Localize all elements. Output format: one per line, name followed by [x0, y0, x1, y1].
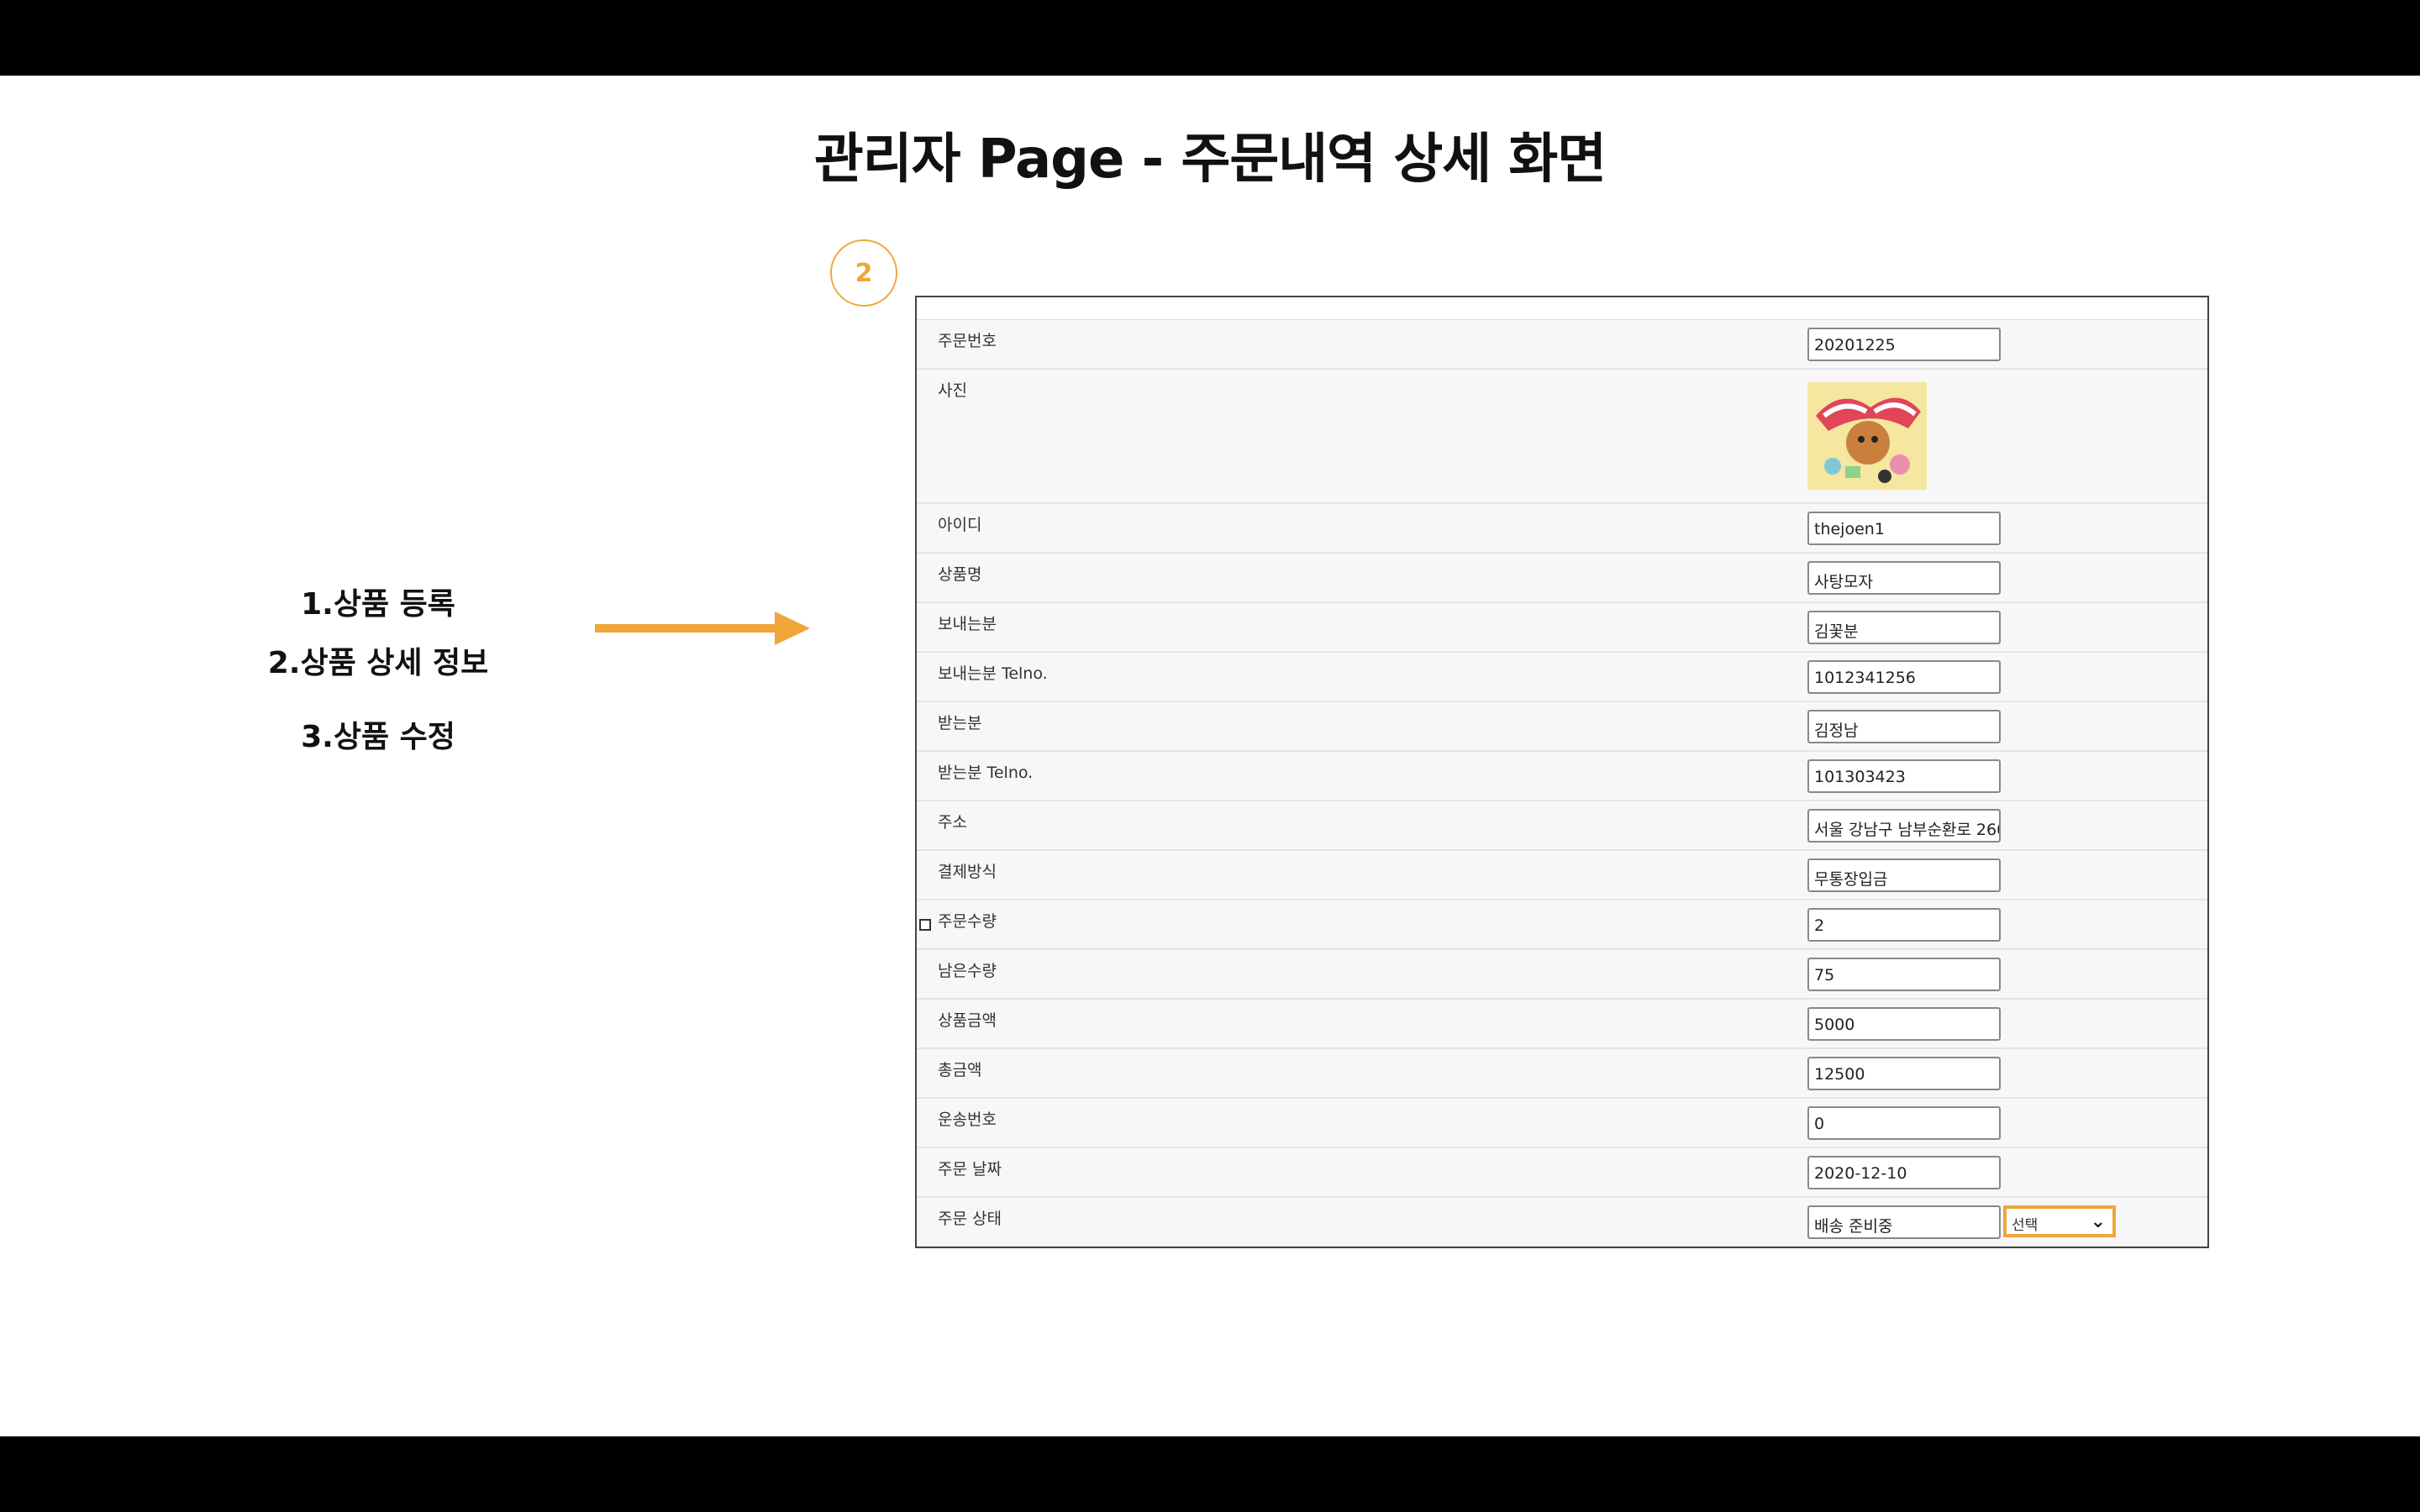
remaining-quantity-field[interactable]: 75	[1807, 958, 2001, 991]
checkbox[interactable]	[919, 919, 931, 931]
order-detail-panel: 주문번호 20201225 사진 아이디 thejoen1 상품명 사탕모자 보…	[915, 296, 2209, 1248]
photo-label: 사진	[938, 381, 967, 400]
product-photo	[1807, 382, 1927, 490]
row-total-price: 총금액 12500	[917, 1049, 2207, 1099]
recipient-phone-field[interactable]: 101303423	[1807, 759, 2001, 793]
total-price-field[interactable]: 12500	[1807, 1057, 2001, 1090]
row-order-status: 주문 상태 배송 준비중 선택 ⌄	[917, 1198, 2207, 1247]
sender-label: 보내는분	[938, 615, 997, 633]
row-payment-method: 결제방식 무통장입금	[917, 851, 2207, 900]
row-remaining-quantity: 남은수량 75	[917, 950, 2207, 1000]
payment-method-label: 결제방식	[938, 863, 997, 881]
row-order-date: 주문 날짜 2020-12-10	[917, 1148, 2207, 1198]
order-status-select-value: 선택	[2012, 1217, 2039, 1234]
menu-item-product-register[interactable]: 1.상품 등록	[210, 580, 546, 623]
order-status-label: 주문 상태	[938, 1210, 1002, 1228]
product-price-label: 상품금액	[938, 1011, 997, 1030]
bottom-letterbox-bar	[0, 1436, 2420, 1512]
arrow-right-icon	[595, 612, 810, 645]
row-recipient: 받는분 김정남	[917, 702, 2207, 752]
sender-phone-field[interactable]: 1012341256	[1807, 660, 2001, 694]
user-id-label: 아이디	[938, 516, 982, 534]
product-photo-icon	[1807, 382, 1927, 490]
row-order-number: 주문번호 20201225	[917, 320, 2207, 370]
row-user-id: 아이디 thejoen1	[917, 504, 2207, 554]
row-photo: 사진	[917, 370, 2207, 504]
recipient-field[interactable]: 김정남	[1807, 710, 2001, 743]
order-quantity-field[interactable]: 2	[1807, 908, 2001, 942]
chevron-down-icon: ⌄	[2090, 1211, 2106, 1232]
address-label: 주소	[938, 813, 967, 832]
product-name-field[interactable]: 사탕모자	[1807, 561, 2001, 595]
sender-field[interactable]: 김꽃분	[1807, 611, 2001, 644]
row-order-quantity: 주문수량 2	[917, 900, 2207, 950]
address-field[interactable]: 서울 강남구 남부순환로 260	[1807, 809, 2001, 843]
row-sender-phone: 보내는분 Telno. 1012341256	[917, 653, 2207, 702]
row-product-price: 상품금액 5000	[917, 1000, 2207, 1049]
page-title: 관리자 Page - 주문내역 상세 화면	[813, 129, 1607, 191]
menu-item-product-edit[interactable]: 3.상품 수정	[210, 712, 546, 756]
order-quantity-label: 주문수량	[938, 912, 997, 931]
top-letterbox-bar	[0, 0, 2420, 76]
row-product-name: 상품명 사탕모자	[917, 554, 2207, 603]
row-tracking-number: 운송번호 0	[917, 1099, 2207, 1148]
order-number-field[interactable]: 20201225	[1807, 328, 2001, 361]
row-address: 주소 서울 강남구 남부순환로 260	[917, 801, 2207, 851]
tracking-number-field[interactable]: 0	[1807, 1106, 2001, 1140]
order-date-label: 주문 날짜	[938, 1160, 1002, 1179]
step-badge: 2	[830, 239, 897, 307]
recipient-phone-label: 받는분 Telno.	[938, 764, 1034, 782]
row-recipient-phone: 받는분 Telno. 101303423	[917, 752, 2207, 801]
sender-phone-label: 보내는분 Telno.	[938, 664, 1048, 683]
tracking-number-label: 운송번호	[938, 1110, 997, 1129]
order-date-field[interactable]: 2020-12-10	[1807, 1156, 2001, 1189]
product-name-label: 상품명	[938, 565, 982, 584]
total-price-label: 총금액	[938, 1061, 982, 1079]
recipient-label: 받는분	[938, 714, 982, 732]
order-status-select[interactable]: 선택 ⌄	[2003, 1205, 2116, 1237]
user-id-field[interactable]: thejoen1	[1807, 512, 2001, 545]
product-price-field[interactable]: 5000	[1807, 1007, 2001, 1041]
remaining-quantity-label: 남은수량	[938, 962, 997, 980]
panel-top-border	[917, 297, 2207, 320]
payment-method-field[interactable]: 무통장입금	[1807, 858, 2001, 892]
order-status-field[interactable]: 배송 준비중	[1807, 1205, 2001, 1239]
order-number-label: 주문번호	[938, 332, 997, 350]
menu-item-product-detail[interactable]: 2.상품 상세 정보	[210, 638, 546, 682]
row-sender: 보내는분 김꽃분	[917, 603, 2207, 653]
